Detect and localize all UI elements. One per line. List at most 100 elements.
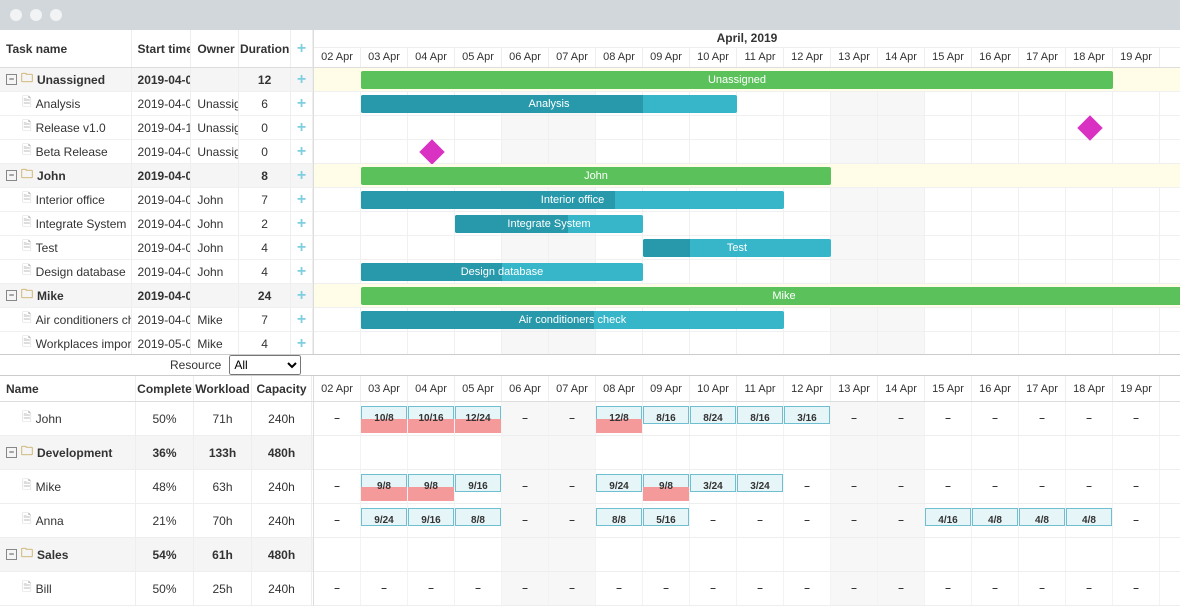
workload-cell [1019, 538, 1066, 571]
add-column-button[interactable]: + [291, 30, 313, 67]
workload-cell [784, 538, 831, 571]
task-bar[interactable]: Interior office [361, 191, 784, 209]
resource-complete: 54% [136, 538, 194, 571]
col-header-name[interactable]: Task name [0, 30, 132, 67]
task-row[interactable]: 🗎Integrate System 2019-04-05 John 2 + [0, 212, 313, 236]
resource-row[interactable]: −🗀Sales 54% 61h 480h [0, 538, 313, 572]
hcol-complete[interactable]: Complete [136, 376, 194, 401]
add-task-button[interactable]: + [291, 284, 313, 307]
month-label: April, 2019 [314, 30, 1180, 48]
workload-cell [549, 436, 596, 469]
workload-cell: 9/8 [361, 470, 408, 503]
task-bar[interactable]: Analysis [361, 95, 737, 113]
add-task-button[interactable]: + [291, 92, 313, 115]
task-start: 2019-04-03 [132, 188, 192, 211]
task-row[interactable]: 🗎Beta Release 2019-04-05 Unassigned 0 + [0, 140, 313, 164]
day-header: 10 Apr [690, 48, 737, 67]
workload-cell [408, 538, 455, 571]
hcol-capacity[interactable]: Capacity [252, 376, 312, 401]
col-header-owner[interactable]: Owner [191, 30, 239, 67]
workload-cell: 3/24 [737, 470, 784, 503]
day-header: 08 Apr [596, 376, 643, 401]
resource-row[interactable]: 🗎Mike 48% 63h 240h [0, 470, 313, 504]
task-row[interactable]: 🗎Analysis 2019-04-03 Unassigned 6 + [0, 92, 313, 116]
collapse-icon[interactable]: − [6, 290, 17, 301]
resource-name: Sales [37, 548, 68, 562]
add-task-button[interactable]: + [291, 308, 313, 331]
gantt-chart[interactable]: April, 2019 02 Apr03 Apr04 Apr05 Apr06 A… [314, 30, 1180, 354]
add-task-button[interactable]: + [291, 164, 313, 187]
resource-select[interactable]: All [229, 355, 301, 375]
bar-label: Air conditioners check [519, 314, 627, 326]
task-row[interactable]: 🗎Test 2019-04-09 John 4 + [0, 236, 313, 260]
day-header: 18 Apr [1066, 376, 1113, 401]
milestone-icon[interactable] [1077, 115, 1102, 140]
day-header: 16 Apr [972, 376, 1019, 401]
task-row[interactable]: 🗎Air conditioners check 2019-04-03 Mike … [0, 308, 313, 332]
resource-workload: 133h [194, 436, 252, 469]
collapse-icon[interactable]: − [6, 447, 17, 458]
workload-cell: – [737, 504, 784, 537]
histogram-row: –9/249/168/8––8/85/16–––––4/164/84/84/8– [314, 504, 1180, 538]
task-row[interactable]: 🗎Design database 2019-04-03 John 4 + [0, 260, 313, 284]
add-task-button[interactable]: + [291, 188, 313, 211]
task-row[interactable]: 🗎Interior office 2019-04-03 John 7 + [0, 188, 313, 212]
add-task-button[interactable]: + [291, 260, 313, 283]
workload-cell: – [502, 470, 549, 503]
milestone-icon[interactable] [419, 139, 444, 164]
workload-cell: 4/8 [1066, 504, 1113, 537]
workload-cell: 9/8 [643, 470, 690, 503]
group-bar[interactable]: John [361, 167, 831, 185]
resource-row[interactable]: 🗎Bill 50% 25h 240h [0, 572, 313, 606]
add-task-button[interactable]: + [291, 140, 313, 163]
task-start: 2019-04-05 [132, 212, 192, 235]
workload-cell [596, 538, 643, 571]
resource-histogram[interactable]: 02 Apr03 Apr04 Apr05 Apr06 Apr07 Apr08 A… [314, 376, 1180, 606]
hcol-workload[interactable]: Workload [194, 376, 252, 401]
workload-cell: – [408, 572, 455, 605]
workload-cell: – [361, 572, 408, 605]
gantt-row: Air conditioners check [314, 308, 1180, 332]
task-bar[interactable]: Integrate System [455, 215, 643, 233]
hcol-name[interactable]: Name [0, 376, 136, 401]
browser-chrome [0, 0, 1180, 30]
task-owner: Unassigned [191, 116, 239, 139]
task-row[interactable]: 🗎Release v1.0 2019-04-19 Unassigned 0 + [0, 116, 313, 140]
add-task-button[interactable]: + [291, 116, 313, 139]
task-row[interactable]: 🗎Workplaces importation 2019-05-01 Mike … [0, 332, 313, 354]
file-icon: 🗎 [22, 237, 32, 258]
workload-cell: 3/16 [784, 402, 831, 435]
gantt-row: Mike [314, 284, 1180, 308]
resource-row[interactable]: 🗎John 50% 71h 240h [0, 402, 313, 436]
add-task-button[interactable]: + [291, 236, 313, 259]
task-duration: 0 [239, 140, 291, 163]
col-header-duration[interactable]: Duration [239, 30, 291, 67]
task-bar[interactable]: Design database [361, 263, 643, 281]
collapse-icon[interactable]: − [6, 549, 17, 560]
task-row[interactable]: −🗀Unassigned 2019-04-03 12 + [0, 68, 313, 92]
task-duration: 8 [239, 164, 291, 187]
task-owner: John [191, 212, 239, 235]
collapse-icon[interactable]: − [6, 170, 17, 181]
day-header: 05 Apr [455, 376, 502, 401]
resource-row[interactable]: −🗀Development 36% 133h 480h [0, 436, 313, 470]
task-name: John [37, 169, 66, 183]
task-owner [191, 68, 239, 91]
resource-row[interactable]: 🗎Anna 21% 70h 240h [0, 504, 313, 538]
add-task-button[interactable]: + [291, 212, 313, 235]
group-bar[interactable]: Unassigned [361, 71, 1113, 89]
task-bar[interactable]: Air conditioners check [361, 311, 784, 329]
task-bar[interactable]: Test [643, 239, 831, 257]
collapse-icon[interactable]: − [6, 74, 17, 85]
task-row[interactable]: −🗀Mike 2019-04-03 24 + [0, 284, 313, 308]
workload-cell: – [502, 572, 549, 605]
window-dot [10, 9, 22, 21]
workload-cell: – [1066, 572, 1113, 605]
workload-cell: – [455, 572, 502, 605]
add-task-button[interactable]: + [291, 68, 313, 91]
task-row[interactable]: −🗀John 2019-04-03 8 + [0, 164, 313, 188]
workload-cell: – [878, 402, 925, 435]
col-header-start[interactable]: Start time [132, 30, 192, 67]
group-bar[interactable]: Mike [361, 287, 1180, 305]
add-task-button[interactable]: + [291, 332, 313, 354]
